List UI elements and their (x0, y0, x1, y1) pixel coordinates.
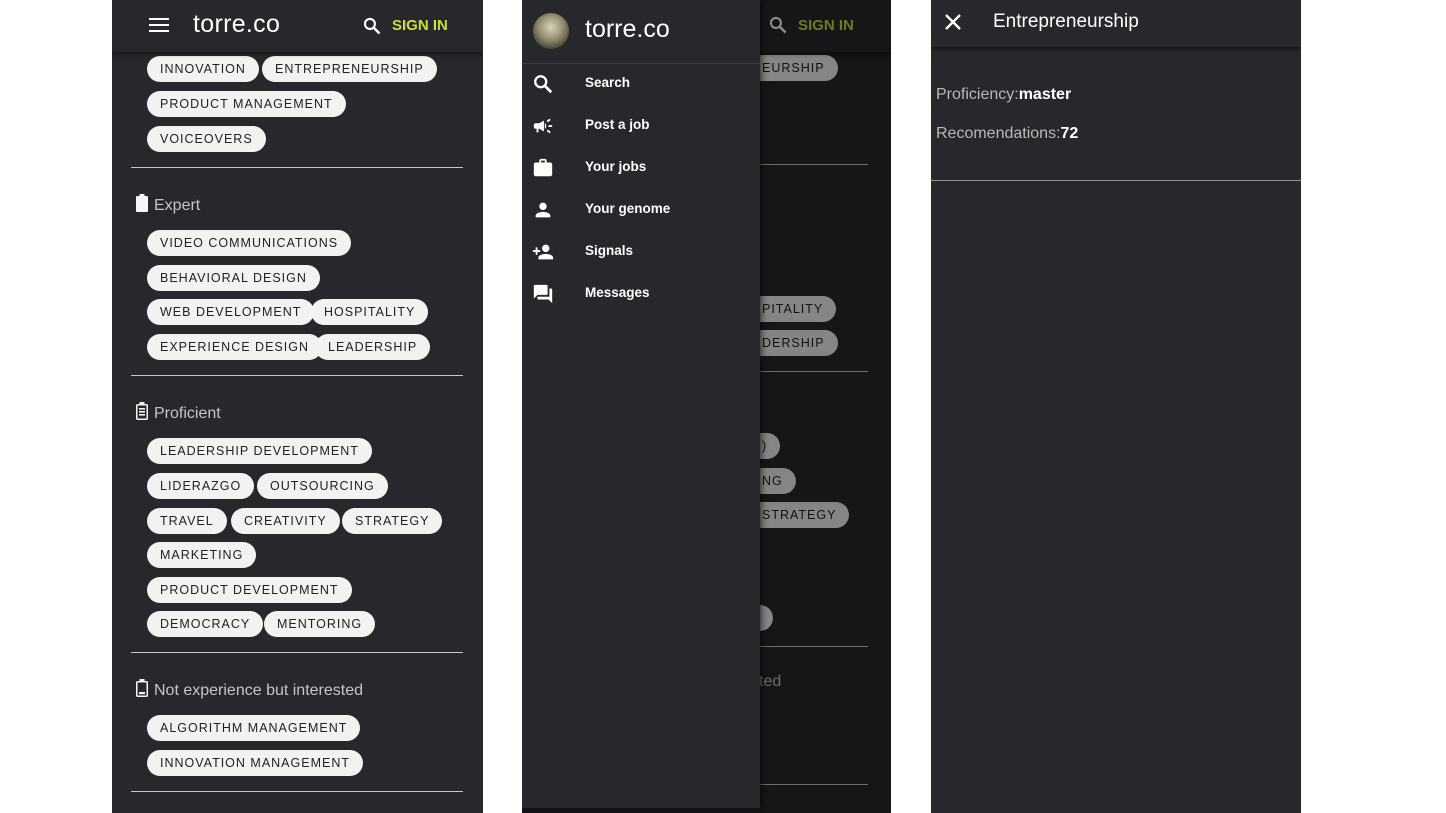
skill-chip[interactable]: ALGORITHM MANAGEMENT (147, 715, 361, 741)
battery-low-icon (136, 679, 148, 702)
drawer-panel: SIGN IN EURSHIP PITALITY DERSHIP ) NG ST… (522, 0, 891, 813)
skill-chip[interactable]: WEB DEVELOPMENT (147, 299, 315, 325)
skill-chip[interactable]: INNOVATION MANAGEMENT (147, 750, 363, 776)
section-title: Proficient (154, 405, 221, 422)
drawer-item-label: Your jobs (585, 159, 647, 174)
drawer-item-label: Messages (585, 285, 650, 300)
genome-panel: INNOVATION ENTREPRENEURSHIP PRODUCT MANA… (112, 0, 483, 813)
section-header-proficient: Proficient (136, 402, 221, 425)
drawer-item-label: Signals (585, 243, 634, 258)
skill-chip[interactable]: VIDEO COMMUNICATIONS (147, 230, 352, 256)
section-title: Expert (154, 197, 201, 214)
forum-icon (532, 283, 554, 305)
close-icon[interactable] (943, 12, 963, 32)
skill-chip[interactable]: STRATEGY (342, 508, 443, 534)
hamburger-menu-icon[interactable] (149, 18, 169, 34)
proficiency-label: Proficiency: (936, 86, 1019, 103)
skill-chip[interactable]: CREATIVITY (231, 508, 340, 534)
app-bar: torre.co SIGN IN (112, 0, 483, 52)
search-icon[interactable] (362, 16, 382, 36)
drawer-item-signals[interactable]: Signals (522, 231, 760, 271)
recommendations-label: Recomendations: (936, 125, 1061, 142)
drawer-item-post-a-job[interactable]: Post a job (522, 105, 760, 145)
skill-chip[interactable]: MENTORING (264, 611, 376, 637)
skill-chip[interactable]: OUTSOURCING (257, 473, 388, 499)
skill-chip[interactable]: PRODUCT DEVELOPMENT (147, 577, 352, 603)
drawer-item-your-jobs[interactable]: Your jobs (522, 147, 760, 187)
skill-chip[interactable]: TRAVEL (147, 508, 227, 534)
section-title: Not experience but interested (154, 682, 364, 699)
section-divider (131, 375, 463, 376)
skill-chip[interactable]: INNOVATION (147, 56, 259, 82)
skill-chip[interactable]: DEMOCRACY (147, 611, 264, 637)
proficiency-row: Proficiency:master (936, 86, 1071, 104)
skill-chip[interactable]: LEADERSHIP DEVELOPMENT (147, 438, 372, 464)
battery-full-icon (136, 194, 148, 217)
recommendations-row: Recomendations:72 (936, 125, 1078, 143)
section-header-not-experience: Not experience but interested (136, 679, 363, 702)
skill-chip[interactable]: EXPERIENCE DESIGN (147, 334, 322, 360)
section-divider (131, 167, 463, 168)
section-divider (931, 180, 1301, 181)
battery-partial-icon (136, 402, 148, 425)
section-header-expert: Expert (136, 194, 200, 217)
person-add-icon (532, 241, 554, 263)
person-icon (532, 199, 554, 221)
drawer-item-your-genome[interactable]: Your genome (522, 189, 760, 229)
recommendations-value: 72 (1060, 125, 1079, 142)
megaphone-icon (532, 115, 554, 137)
drawer-item-messages[interactable]: Messages (522, 273, 760, 313)
drawer-item-label: Post a job (585, 117, 650, 132)
drawer-item-search[interactable]: Search (522, 63, 760, 103)
page-title: Entrepreneurship (993, 11, 1139, 32)
skill-chip[interactable]: BEHAVIORAL DESIGN (147, 265, 320, 291)
skill-chip[interactable]: HOSPITALITY (311, 299, 429, 325)
proficiency-value: master (1018, 86, 1072, 103)
skill-chip[interactable]: PRODUCT MANAGEMENT (147, 91, 346, 117)
section-divider (131, 652, 463, 653)
detail-app-bar: Entrepreneurship (931, 0, 1301, 47)
section-divider (131, 791, 463, 792)
brand-logo[interactable]: torre.co (193, 10, 280, 39)
skill-chip[interactable]: MARKETING (147, 542, 257, 568)
skill-chip[interactable]: LIDERAZGO (147, 473, 255, 499)
skill-chip[interactable]: LEADERSHIP (315, 334, 431, 360)
avatar[interactable] (533, 13, 569, 49)
drawer-brand: torre.co (585, 15, 670, 43)
navigation-drawer: torre.co Search Post a job Your jobs You… (522, 0, 760, 808)
drawer-item-label: Search (585, 75, 631, 90)
drawer-header: torre.co (522, 0, 760, 64)
search-icon (532, 73, 554, 95)
skill-chip[interactable]: ENTREPRENEURSHIP (262, 56, 437, 82)
briefcase-icon (532, 157, 554, 179)
skill-chip[interactable]: VOICEOVERS (147, 126, 266, 152)
skill-detail-panel: Entrepreneurship Proficiency:master Reco… (931, 0, 1301, 813)
drawer-item-label: Your genome (585, 201, 671, 216)
sign-in-button[interactable]: SIGN IN (392, 17, 448, 34)
